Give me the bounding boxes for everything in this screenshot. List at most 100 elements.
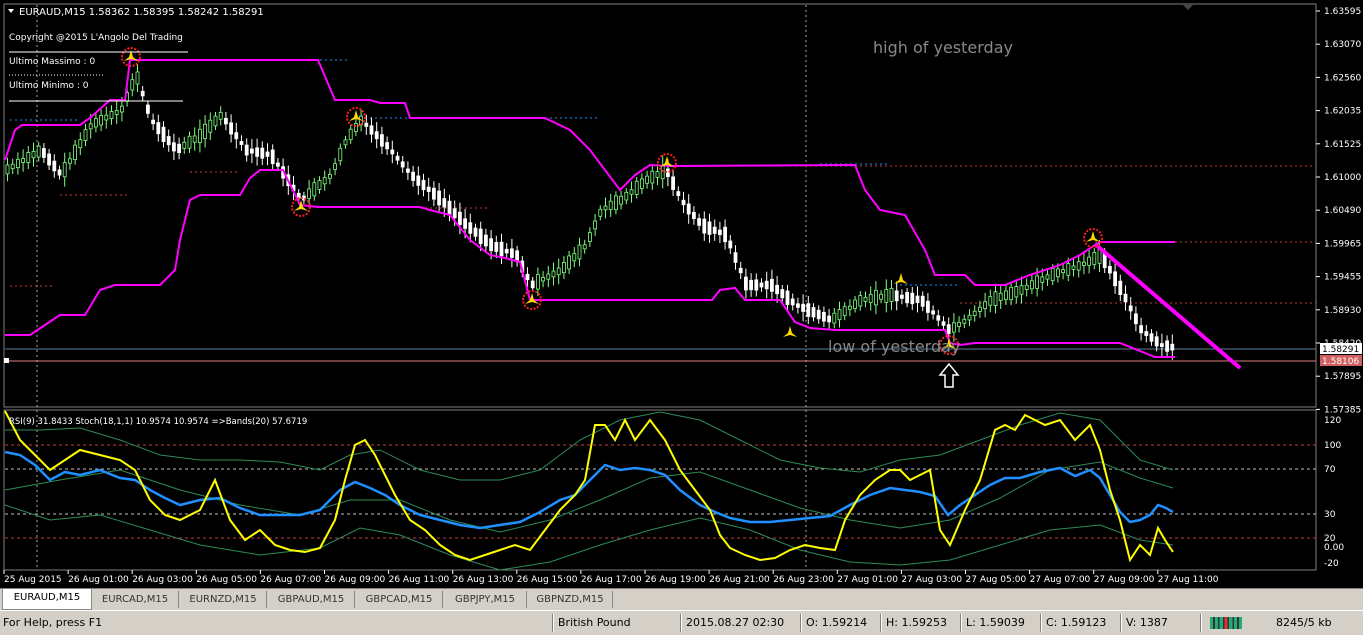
candle-body — [874, 289, 878, 306]
candle-body — [223, 117, 228, 125]
candle-body — [541, 277, 545, 282]
time-tick-label: 26 Aug 15:00 — [517, 575, 578, 585]
price-tick-label: 1.62035 — [1324, 107, 1361, 117]
candle-body — [213, 115, 218, 127]
candle-body — [120, 105, 124, 113]
candle-body — [946, 324, 951, 335]
band-mid-line — [4, 461, 1174, 533]
candle-body — [88, 123, 93, 130]
candle-body — [848, 305, 852, 310]
candle-body — [239, 141, 244, 145]
connection-status-icon[interactable] — [1210, 617, 1242, 629]
candle-body — [816, 309, 821, 320]
scroll-marker-icon[interactable] — [1183, 5, 1193, 10]
chart-menu-icon[interactable] — [8, 9, 14, 13]
time-tick-label: 26 Aug 11:00 — [389, 575, 450, 585]
candle-body — [764, 280, 769, 290]
price-tick-label: 1.60490 — [1324, 206, 1361, 216]
candle-body — [151, 119, 156, 125]
indicator-axis: 1201007030200.00-20 — [1324, 416, 1344, 569]
candle-body — [140, 90, 145, 97]
price-tick-label: 1.63070 — [1324, 40, 1361, 50]
candle-body — [988, 296, 993, 306]
separator — [1040, 614, 1042, 632]
tab-eurnzd[interactable]: EURNZD,M15 — [180, 591, 267, 608]
candle-body — [1040, 276, 1045, 283]
candle-body — [551, 270, 556, 278]
candle-body — [260, 147, 265, 159]
tab-euraud[interactable]: EURAUD,M15 — [2, 589, 92, 610]
candle-body — [967, 314, 972, 321]
chart-area[interactable]: EURAUD,M15 1.58362 1.58395 1.58242 1.582… — [0, 0, 1363, 588]
status-open: O: 1.59214 — [806, 616, 868, 629]
candle-body — [588, 232, 592, 242]
indicator-label: RSI(9) 31.8433 Stoch(18,1,1) 10.9574 10.… — [9, 417, 307, 427]
candle-body — [832, 312, 837, 324]
tab-eurcad[interactable]: EURCAD,M15 — [92, 591, 179, 608]
profile-name[interactable]: British Pound — [558, 615, 631, 631]
candle-body — [582, 244, 587, 250]
candle-body — [1035, 275, 1039, 289]
candle-body — [1050, 268, 1055, 282]
candle-body — [473, 227, 478, 237]
candle-body — [645, 175, 649, 184]
tab-gbpjpy[interactable]: GBPJPY,M15 — [444, 591, 527, 608]
chart-tabs: EURAUD,M15 EURCAD,M15 EURNZD,M15 GBPAUD,… — [0, 588, 1363, 611]
time-tick-label: 27 Aug 07:00 — [1030, 575, 1091, 585]
candle-body — [270, 149, 275, 165]
candle-body — [1149, 333, 1154, 342]
pivot-star-icon — [894, 273, 908, 284]
time-tick-label: 27 Aug 01:00 — [837, 575, 898, 585]
candle-body — [738, 267, 743, 274]
candle-body — [161, 126, 166, 143]
up-arrow-icon — [938, 362, 960, 388]
price-chart[interactable]: EURAUD,M15 1.58362 1.58395 1.58242 1.582… — [0, 0, 1363, 588]
candle-body — [1076, 261, 1081, 271]
candle-body — [686, 203, 691, 215]
candle-body — [229, 122, 234, 135]
support-line-handle[interactable] — [4, 358, 9, 363]
candle-body — [494, 242, 499, 252]
candle-body — [275, 162, 280, 167]
candle-body — [593, 220, 597, 230]
candle-body — [1154, 336, 1159, 347]
lower-channel — [5, 169, 1175, 358]
candle-body — [853, 299, 857, 309]
candle-body — [130, 79, 135, 91]
candle-body — [135, 71, 140, 85]
candle-body — [333, 163, 338, 170]
price-tick-label: 1.63595 — [1324, 7, 1361, 17]
candle-body — [863, 296, 868, 302]
time-tick-label: 27 Aug 05:00 — [966, 575, 1027, 585]
separator — [1120, 614, 1122, 632]
candle-body — [697, 218, 701, 226]
time-axis: 25 Aug 2015 26 Aug 01:00 26 Aug 03:00 26 Au… — [3, 570, 1219, 585]
candle-body — [712, 226, 717, 234]
time-tick-label: 26 Aug 09:00 — [325, 575, 386, 585]
candle-body — [379, 134, 384, 147]
price-tick-label: 1.57895 — [1324, 372, 1361, 382]
candle-body — [624, 191, 629, 201]
line-price-label: 1.58106 — [1322, 357, 1359, 367]
candle-body — [166, 136, 171, 146]
candle-body — [718, 229, 722, 236]
candle-body — [1061, 269, 1065, 274]
tab-gbpaud[interactable]: GBPAUD,M15 — [268, 591, 355, 608]
candle-body — [525, 273, 530, 281]
candle-body — [1113, 271, 1117, 287]
tab-gbpcad[interactable]: GBPCAD,M15 — [356, 591, 443, 608]
candle-body — [671, 176, 675, 190]
candle-body — [1092, 252, 1097, 266]
candle-body — [1087, 256, 1091, 266]
tab-gbpnzd[interactable]: GBPNZD,M15 — [528, 591, 613, 608]
time-tick-label: 26 Aug 05:00 — [196, 575, 257, 585]
separator — [680, 614, 682, 632]
candle-body — [452, 208, 457, 219]
candle-body — [447, 200, 452, 216]
candle-body — [1071, 265, 1076, 270]
candle-body — [536, 274, 540, 290]
candle-body — [317, 180, 322, 190]
time-tick-label: 26 Aug 01:00 — [68, 575, 129, 585]
candle-body — [338, 147, 343, 162]
indicator-tick-label: 30 — [1324, 510, 1336, 520]
